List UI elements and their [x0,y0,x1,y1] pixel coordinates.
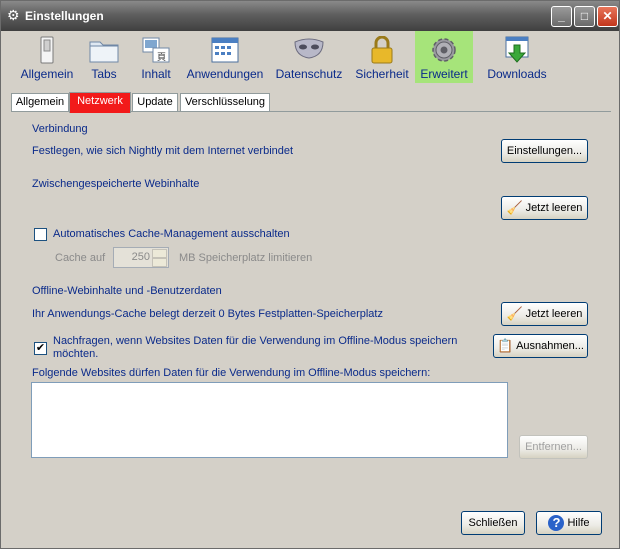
pane-tabs[interactable]: Tabs [79,31,129,83]
content-icon: 頁 [142,37,170,63]
pane-erweitert[interactable]: Erweitert [415,31,473,83]
offline-heading: Offline-Webinhalte und -Benutzerdaten [32,285,222,297]
offline-usage-text: Ihr Anwendungs-Cache belegt derzeit 0 By… [32,308,383,320]
auto-cache-label: Automatisches Cache-Management ausschalt… [53,228,290,240]
offline-ask-label-line2: möchten. [53,348,99,360]
settings-window: ⚙ Einstellungen _ □ ✕ Allgemein Tabs 頁 I… [0,0,620,549]
close-window-button[interactable]: ✕ [597,6,618,27]
title-bar[interactable]: ⚙ Einstellungen _ □ ✕ [1,1,619,31]
clear-offline-button[interactable]: 🧹 Jetzt leeren [501,302,588,326]
connection-settings-button[interactable]: Einstellungen... [501,139,588,163]
auto-cache-checkbox[interactable] [34,228,47,241]
connection-description: Festlegen, wie sich Nightly mit dem Inte… [32,145,294,157]
clear-cache-button[interactable]: 🧹 Jetzt leeren [501,196,588,220]
switch-icon [40,36,54,64]
exceptions-icon: 📋 [497,338,514,354]
broom-icon: 🧹 [506,306,523,322]
download-icon [505,36,529,63]
cache-limit-label: Cache auf [55,252,106,264]
offline-ask-label-line1: Nachfragen, wenn Websites Daten für die … [53,335,458,347]
pane-inhalt[interactable]: 頁 Inhalt [131,31,181,83]
pane-label: Anwendungen [186,67,264,81]
gear-icon [432,38,456,62]
clear-offline-label: Jetzt leeren [525,308,583,320]
remove-site-button[interactable]: Entfernen... [519,435,588,459]
connection-heading: Verbindung [32,123,88,135]
tab-allgemein[interactable]: Allgemein [11,93,69,112]
tab-verschluesselung[interactable]: Verschlüsselung [180,93,270,112]
svg-text:頁: 頁 [157,52,166,63]
offline-ask-checkbox[interactable]: ✔ [34,342,47,355]
minimize-button[interactable]: _ [551,6,572,27]
cache-size-spinner[interactable]: 250 [113,247,169,268]
checkmark-icon: ✔ [35,342,46,354]
maximize-button[interactable]: □ [574,6,595,27]
tab-update[interactable]: Update [132,93,178,112]
pane-downloads[interactable]: Downloads [481,31,553,83]
pane-label: Sicherheit [355,67,409,81]
applications-icon [211,37,239,63]
offline-sites-list[interactable] [31,382,508,458]
pane-label: Downloads [487,67,547,81]
folder-tabs-icon [89,41,119,63]
cache-limit-unit: MB Speicherplatz limitieren [179,252,313,264]
broom-icon: 🧹 [506,200,523,216]
exceptions-label: Ausnahmen... [516,340,584,352]
pane-anwendungen[interactable]: Anwendungen [185,31,265,83]
pane-label: Inhalt [141,67,171,81]
spin-up-arrow[interactable] [152,249,167,258]
close-button[interactable]: Schließen [461,511,525,535]
help-label: Hilfe [567,517,590,529]
pane-label: Erweitert [420,67,468,81]
spin-down-arrow[interactable] [152,258,167,267]
clear-cache-label: Jetzt leeren [525,202,583,214]
cache-heading: Zwischengespeicherte Webinhalte [32,178,200,190]
window-title: Einstellungen [25,9,104,23]
pane-label: Datenschutz [275,67,343,81]
pane-sicherheit[interactable]: Sicherheit [353,31,411,83]
pane-allgemein[interactable]: Allgemein [17,31,77,83]
gear-icon: ⚙ [7,7,20,23]
tab-netzwerk[interactable]: Netzwerk [69,92,131,113]
pane-label: Allgemein [20,67,74,81]
exceptions-button[interactable]: 📋 Ausnahmen... [493,334,588,358]
help-button[interactable]: ? Hilfe [536,511,602,535]
pane-label: Tabs [91,67,117,81]
padlock-icon [371,36,393,64]
mask-icon [294,38,324,59]
pane-datenschutz[interactable]: Datenschutz [275,31,343,83]
help-icon: ? [548,515,565,532]
offline-list-label: Folgende Websites dürfen Daten für die V… [32,367,431,379]
cache-size-value: 250 [131,251,150,263]
